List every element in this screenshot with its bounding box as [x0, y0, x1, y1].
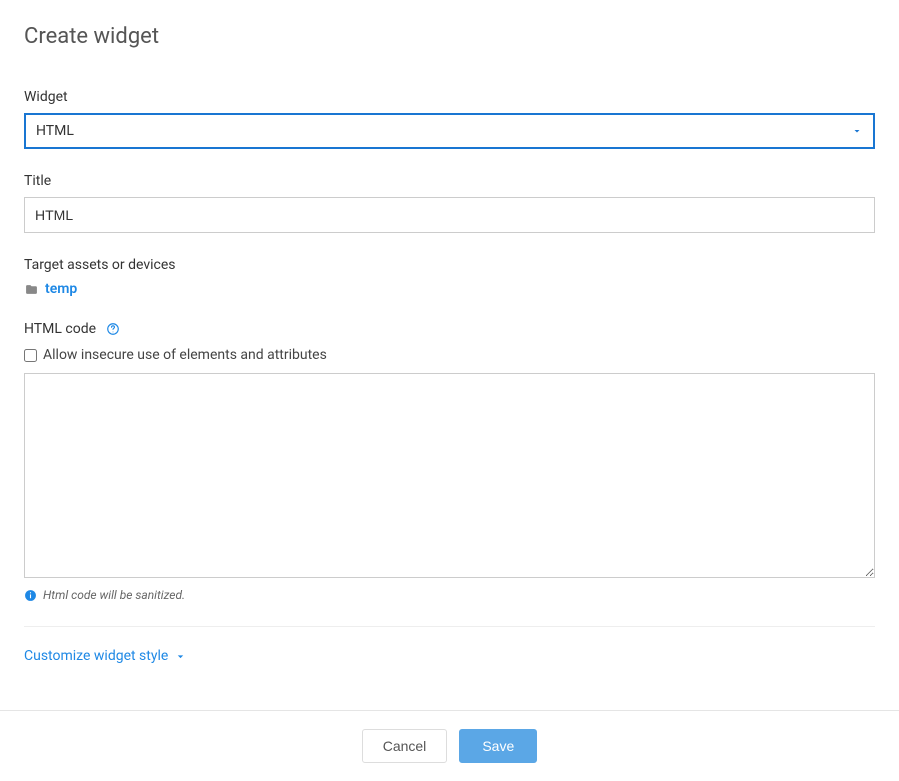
- allow-insecure-checkbox[interactable]: [24, 349, 37, 362]
- target-label: Target assets or devices: [24, 257, 875, 273]
- widget-select[interactable]: HTML: [24, 113, 875, 149]
- divider: [24, 626, 875, 627]
- widget-field-group: Widget HTML: [24, 89, 875, 149]
- title-input[interactable]: [24, 197, 875, 233]
- customize-widget-style-toggle[interactable]: Customize widget style: [24, 648, 187, 664]
- target-link-row: temp: [24, 281, 875, 297]
- folder-icon: [24, 283, 39, 296]
- dialog-title: Create widget: [24, 24, 875, 49]
- htmlcode-label-row: HTML code: [24, 321, 875, 337]
- save-button[interactable]: Save: [459, 729, 537, 763]
- target-asset-link[interactable]: temp: [45, 281, 77, 297]
- chevron-down-icon: [174, 650, 187, 663]
- widget-label: Widget: [24, 89, 875, 105]
- sanitize-info-row: Html code will be sanitized.: [24, 588, 875, 602]
- customize-label: Customize widget style: [24, 648, 168, 664]
- title-label: Title: [24, 173, 875, 189]
- htmlcode-field-group: HTML code Allow insecure use of elements…: [24, 321, 875, 602]
- cancel-button[interactable]: Cancel: [362, 729, 448, 763]
- sanitize-info-text: Html code will be sanitized.: [43, 588, 185, 602]
- widget-select-wrapper: HTML: [24, 113, 875, 149]
- dialog-footer: Cancel Save: [0, 710, 899, 781]
- htmlcode-label: HTML code: [24, 321, 96, 337]
- dialog-body: Create widget Widget HTML Title Target a…: [0, 0, 899, 710]
- help-icon[interactable]: [106, 322, 120, 336]
- target-field-group: Target assets or devices temp: [24, 257, 875, 297]
- allow-insecure-label[interactable]: Allow insecure use of elements and attri…: [43, 347, 327, 363]
- htmlcode-textarea[interactable]: [24, 373, 875, 578]
- allow-insecure-row: Allow insecure use of elements and attri…: [24, 347, 875, 363]
- title-field-group: Title: [24, 173, 875, 233]
- info-icon: [24, 589, 37, 602]
